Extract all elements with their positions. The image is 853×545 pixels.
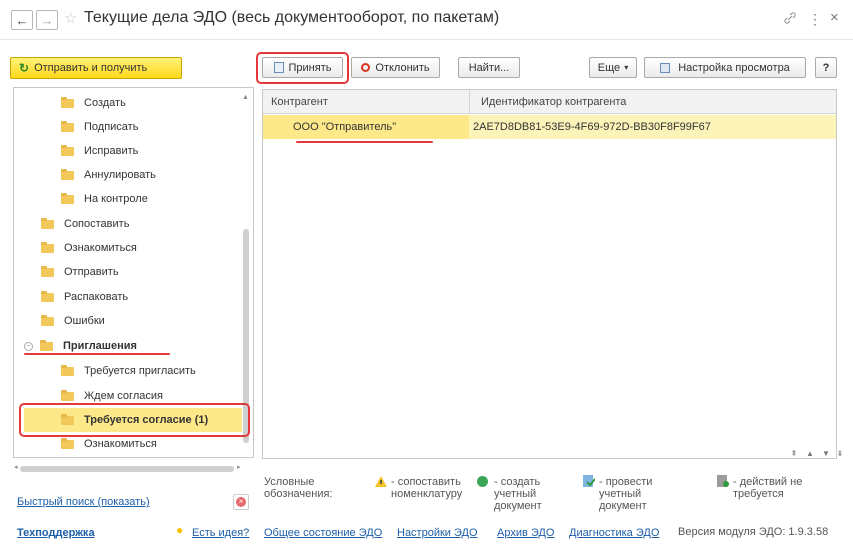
title-bar: ← → ☆ Текущие дела ЭДО (весь документооб… — [0, 0, 853, 40]
tree-item-match[interactable]: Сопоставить — [41, 212, 129, 236]
tree-item-on-control[interactable]: На контроле — [61, 187, 148, 211]
send-receive-label: Отправить и получить — [34, 62, 148, 74]
find-label: Найти... — [468, 61, 510, 74]
no-action-doc-icon — [717, 475, 729, 491]
accept-button[interactable]: Принять — [262, 57, 343, 78]
folder-icon — [61, 437, 74, 449]
more-label: Еще — [597, 61, 621, 74]
archive-link[interactable]: Архив ЭДО — [497, 527, 554, 539]
cell-counterparty-id: 2AE7D8DB81-53E9-4F69-972D-BB30F8F99F67 — [473, 121, 711, 133]
folder-icon — [61, 144, 74, 156]
folder-icon — [41, 217, 54, 229]
scroll-down-icon[interactable]: ▼ — [819, 447, 833, 459]
reject-label: Отклонить — [375, 61, 430, 74]
arrow-left-icon: ← — [15, 12, 29, 28]
accept-label: Принять — [288, 61, 332, 74]
status-link[interactable]: Общее состояние ЭДО — [264, 527, 382, 539]
folder-icon — [61, 96, 74, 108]
refresh-icon: ↻ — [19, 61, 30, 75]
idea-link[interactable]: Есть идея? — [192, 527, 249, 539]
consent-highlight — [19, 403, 250, 437]
clear-search-button[interactable]: × — [233, 494, 249, 510]
folder-icon — [41, 265, 54, 277]
legend-match: - сопоставить номенклатуру — [391, 476, 463, 500]
counterparty-underline — [296, 141, 433, 143]
favorite-star-icon[interactable]: ☆ — [64, 9, 77, 27]
tree-item-unpack[interactable]: Распаковать — [41, 285, 128, 309]
settings-grid-icon — [660, 62, 671, 73]
folder-icon — [40, 339, 53, 351]
tree-item-create[interactable]: Создать — [61, 91, 126, 115]
back-button[interactable]: ← — [11, 10, 33, 30]
version-label: Версия модуля ЭДО: 1.9.3.58 — [678, 526, 829, 538]
help-button[interactable]: ? — [815, 57, 837, 78]
more-icon[interactable]: ⋮ — [808, 11, 822, 28]
close-icon[interactable]: × — [830, 9, 839, 26]
tree-item-need-invite[interactable]: Требуется пригласить — [61, 359, 196, 383]
legend-post: - провести учетный документ — [599, 476, 653, 512]
tree-item-send[interactable]: Отправить — [41, 260, 119, 284]
scroll-bottom-icon[interactable]: ⇟ — [835, 447, 845, 459]
more-button[interactable]: Еще ▾ — [589, 57, 637, 78]
scroll-top-icon[interactable]: ⇞ — [787, 447, 801, 459]
column-counterparty[interactable]: Контрагент — [263, 90, 328, 114]
tree-item-errors[interactable]: Ошибки — [41, 309, 105, 333]
send-receive-button[interactable]: ↻ Отправить и получить — [10, 57, 182, 79]
tree-horizontal-scrollbar[interactable] — [20, 466, 234, 472]
quick-search-link[interactable]: Быстрый поиск (показать) — [17, 496, 150, 508]
warning-icon — [375, 476, 387, 490]
reject-icon — [361, 63, 371, 72]
window-title: Текущие дела ЭДО (весь документооборот, … — [84, 9, 500, 26]
legend-no-action: - действий не требуется — [733, 476, 803, 500]
tree-item-sign[interactable]: Подписать — [61, 115, 138, 139]
legend-title: Условные обозначения: — [264, 476, 333, 500]
diagnostics-link[interactable]: Диагностика ЭДО — [569, 527, 659, 539]
folder-icon — [61, 389, 74, 401]
post-doc-icon — [583, 475, 596, 491]
settings-link[interactable]: Настройки ЭДО — [397, 527, 478, 539]
view-settings-button[interactable]: Настройка просмотра — [644, 57, 806, 78]
scroll-up-icon[interactable]: ▲ — [803, 447, 817, 459]
scroll-right-icon[interactable]: ▸ — [237, 463, 241, 471]
arrow-right-icon: → — [40, 12, 54, 28]
invitations-underline — [24, 353, 170, 355]
tree-item-fix[interactable]: Исправить — [61, 139, 138, 163]
folder-icon — [41, 314, 54, 326]
chevron-down-icon: ▾ — [624, 63, 629, 72]
folder-icon — [61, 120, 74, 132]
folder-icon — [61, 364, 74, 376]
accept-doc-icon — [273, 62, 284, 73]
create-plus-icon — [477, 476, 488, 487]
reject-button[interactable]: Отклонить — [351, 57, 440, 78]
tree-item-familiarize[interactable]: Ознакомиться — [41, 236, 137, 260]
lightbulb-icon: ● — [176, 523, 184, 537]
help-label: ? — [822, 61, 830, 74]
counterparty-table: Контрагент Идентификатор контрагента ООО… — [262, 89, 837, 459]
table-row[interactable]: ООО "Отправитель" 2AE7D8DB81-53E9-4F69-9… — [263, 115, 836, 139]
view-settings-label: Настройка просмотра — [678, 61, 790, 74]
find-button[interactable]: Найти... — [458, 57, 520, 78]
legend-create: - создать учетный документ — [494, 476, 542, 512]
forward-button[interactable]: → — [36, 10, 58, 30]
support-link[interactable]: Техподдержка — [17, 527, 95, 539]
tree-item-annul[interactable]: Аннулировать — [61, 163, 156, 187]
column-counterparty-id[interactable]: Идентификатор контрагента — [473, 90, 626, 114]
collapse-icon[interactable]: − — [24, 341, 33, 351]
folder-icon — [61, 168, 74, 180]
scroll-left-icon[interactable]: ◂ — [14, 463, 18, 471]
link-icon[interactable] — [783, 11, 797, 28]
cell-counterparty: ООО "Отправитель" — [263, 115, 469, 139]
folder-icon — [41, 241, 54, 253]
folder-icon — [41, 290, 54, 302]
clear-icon: × — [236, 497, 246, 507]
folder-icon — [61, 192, 74, 204]
table-header: Контрагент Идентификатор контрагента — [263, 90, 836, 114]
